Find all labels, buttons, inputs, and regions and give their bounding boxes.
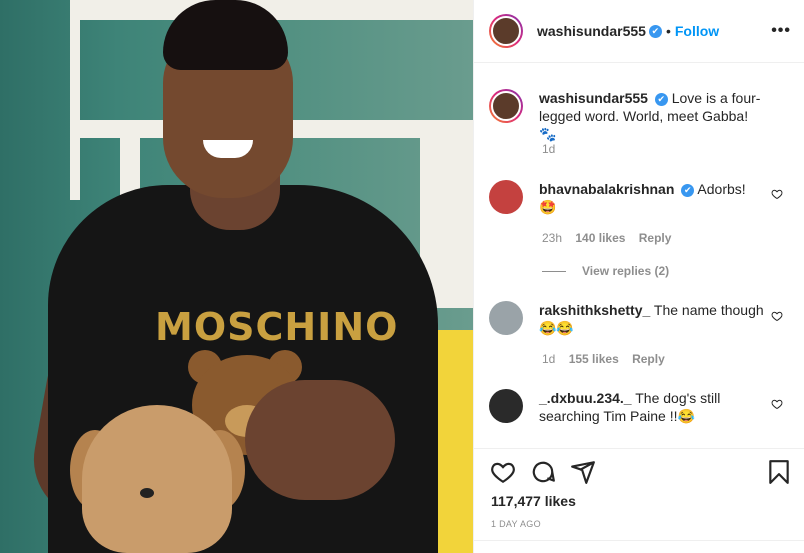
bookmark-icon[interactable] <box>766 459 792 485</box>
commenter-avatar[interactable] <box>489 301 523 335</box>
comment-username[interactable]: bhavnabalakrishnan <box>539 181 674 197</box>
caption-avatar[interactable] <box>489 89 523 123</box>
puppy <box>82 405 232 553</box>
comment-like-heart-icon[interactable] <box>771 188 783 200</box>
right-arm <box>245 380 395 500</box>
verified-icon: ✔ <box>654 92 668 106</box>
heart-icon[interactable] <box>490 459 516 485</box>
follow-button[interactable]: Follow <box>675 23 719 39</box>
reply-button[interactable]: Reply <box>632 352 665 366</box>
commenter-avatar[interactable] <box>489 389 523 423</box>
caption-time[interactable]: 1d <box>542 142 555 156</box>
post-photo[interactable]: MOSCHINO <box>0 0 473 553</box>
author-username[interactable]: washisundar555 <box>537 23 646 39</box>
post-header: washisundar555 ✔ • Follow ••• <box>474 0 804 63</box>
author-info: washisundar555 ✔ • Follow <box>537 23 719 39</box>
shelf-side <box>70 20 80 200</box>
verified-icon: ✔ <box>648 24 662 38</box>
comment-likes[interactable]: 140 likes <box>575 231 625 245</box>
commenter-avatar[interactable] <box>489 180 523 214</box>
replies-divider <box>542 270 566 272</box>
comment-meta: 23h 140 likes Reply <box>542 231 671 245</box>
shirt-print-text: MOSCHINO <box>155 305 399 349</box>
more-options-icon[interactable]: ••• <box>771 22 791 40</box>
caption-username[interactable]: washisundar555 <box>539 90 648 106</box>
comment-row: bhavnabalakrishnan ✔ Adorbs! 🤩 <box>489 180 789 216</box>
view-replies-button[interactable]: View replies (2) <box>542 264 669 278</box>
comment-row: rakshithkshetty_ The name though😂😂 <box>489 301 789 337</box>
comment-username[interactable]: _.dxbuu.234._ <box>539 390 632 406</box>
view-replies-label: View replies (2) <box>582 264 670 278</box>
caption-text-block: washisundar555 ✔ Love is a four-legged w… <box>539 89 764 143</box>
comment-time[interactable]: 1d <box>542 352 555 366</box>
caption-avatar-image <box>491 91 521 121</box>
comment-time[interactable]: 23h <box>542 231 562 245</box>
share-icon[interactable] <box>570 459 596 485</box>
reply-button[interactable]: Reply <box>639 231 672 245</box>
post-actions: 117,477 likes 1 DAY AGO <box>474 448 804 553</box>
comment-text-block: bhavnabalakrishnan ✔ Adorbs! 🤩 <box>539 180 764 216</box>
comment-like-heart-icon[interactable] <box>771 398 783 410</box>
post-sidebar: washisundar555 ✔ • Follow ••• washisunda… <box>473 0 804 553</box>
comment-meta: 1d 155 likes Reply <box>542 352 665 366</box>
verified-icon: ✔ <box>681 183 695 197</box>
comment-like-heart-icon[interactable] <box>771 310 783 322</box>
comment-likes[interactable]: 155 likes <box>569 352 619 366</box>
comment-row: _.dxbuu.234._ The dog's still searching … <box>489 389 789 425</box>
actions-divider <box>474 540 804 541</box>
comments-section: washisundar555 ✔ Love is a four-legged w… <box>474 63 804 448</box>
separator-dot: • <box>665 23 671 39</box>
instagram-post: MOSCHINO washisundar555 ✔ • Follow ••• w… <box>0 0 804 553</box>
puppy-nose <box>140 488 154 498</box>
comment-icon[interactable] <box>530 459 556 485</box>
comment-text-block: rakshithkshetty_ The name though😂😂 <box>539 301 764 337</box>
comment-text-block: _.dxbuu.234._ The dog's still searching … <box>539 389 764 425</box>
author-avatar[interactable] <box>489 14 523 48</box>
post-date[interactable]: 1 DAY AGO <box>491 519 541 529</box>
likes-count[interactable]: 117,477 likes <box>491 493 576 509</box>
caption-row: washisundar555 ✔ Love is a four-legged w… <box>489 89 789 143</box>
author-avatar-image <box>491 16 521 46</box>
comment-username[interactable]: rakshithkshetty_ <box>539 302 650 318</box>
